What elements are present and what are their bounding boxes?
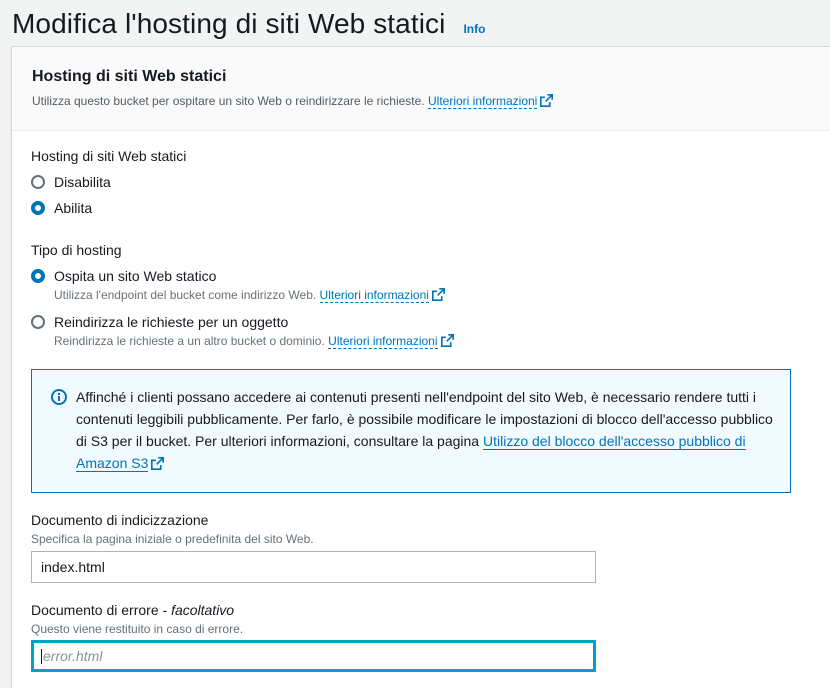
error-document-input[interactable]: error.html [31,640,596,672]
radio-host-static-site-label: Ospita un sito Web statico [54,268,217,284]
static-hosting-panel: Hosting di siti Web statici Utilizza que… [11,46,830,688]
external-link-icon[interactable] [540,94,554,107]
index-document-input[interactable]: index.html [31,551,596,583]
public-access-alert: Affinché i clienti possano accedere ai c… [31,369,791,493]
panel-title: Hosting di siti Web statici [32,68,227,85]
external-link-icon[interactable] [151,457,165,470]
panel-description: Utilizza questo bucket per ospitare un s… [32,93,830,109]
radio-host-static-site-button[interactable] [31,269,45,283]
radio-host-static-site[interactable]: Ospita un sito Web statico [31,268,216,284]
index-document-description: Specifica la pagina iniziale o predefini… [31,532,314,546]
index-document-label: Documento di indicizzazione [31,512,209,528]
info-link[interactable]: Info [463,22,485,36]
external-link-icon[interactable] [440,334,454,347]
page-title: Modifica l'hosting di siti Web statici [12,8,446,39]
radio-redirect-requests[interactable]: Reindirizza le richieste per un oggetto [31,314,288,330]
optional-tag: facoltativo [171,602,235,618]
error-document-description: Questo viene restituito in caso di error… [31,622,244,636]
redirect-requests-learn-more-link[interactable]: Ulteriori informazioni [328,334,438,349]
host-static-site-description: Utilizza l'endpoint del bucket come indi… [54,288,445,303]
radio-enable-button[interactable] [31,201,45,215]
radio-redirect-requests-label: Reindirizza le richieste per un oggetto [54,314,289,330]
external-link-icon[interactable] [431,288,445,301]
panel-header: Hosting di siti Web statici Utilizza que… [12,47,830,131]
page-header: Modifica l'hosting di siti Web statici I… [12,4,485,44]
hosting-label: Hosting di siti Web statici [31,148,187,164]
error-document-label: Documento di errore - facoltativo [31,602,234,618]
learn-more-link[interactable]: Ulteriori informazioni [427,94,538,109]
text-cursor [41,648,42,664]
redirect-requests-description-text: Reindirizza le richieste a un altro buck… [54,334,325,348]
radio-disable[interactable]: Disabilita [31,174,111,190]
redirect-requests-description: Reindirizza le richieste a un altro buck… [54,334,454,349]
alert-text: Affinché i clienti possano accedere ai c… [76,386,776,474]
hosting-type-label: Tipo di hosting [31,242,122,258]
host-static-site-description-text: Utilizza l'endpoint del bucket come indi… [54,288,317,302]
info-circle-icon [51,389,67,405]
error-document-placeholder: error.html [43,648,103,664]
radio-disable-button[interactable] [31,175,45,189]
panel-description-text: Utilizza questo bucket per ospitare un s… [32,94,425,108]
error-document-label-text: Documento di errore - [31,602,172,618]
host-static-site-learn-more-link[interactable]: Ulteriori informazioni [319,288,429,303]
index-document-value: index.html [41,559,105,575]
radio-enable-label: Abilita [54,200,93,216]
radio-disable-label: Disabilita [54,174,111,190]
radio-redirect-requests-button[interactable] [31,315,45,329]
radio-enable[interactable]: Abilita [31,200,92,216]
